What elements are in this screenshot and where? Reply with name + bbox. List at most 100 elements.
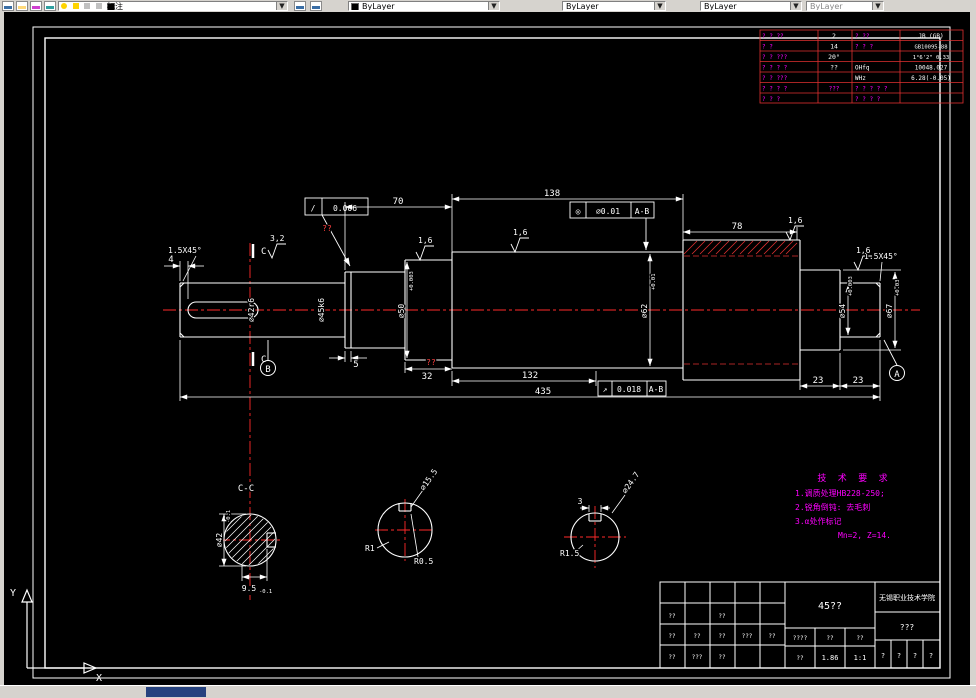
chevron-down-icon[interactable]: ▼	[872, 2, 883, 10]
gear-row3-value2: 1°6'2" 0.33	[913, 55, 949, 61]
layers-dialog-icon[interactable]	[30, 1, 42, 11]
linetype-control-dropdown[interactable]: ByLayer ▼	[562, 1, 666, 11]
sheet-frame	[32, 26, 951, 679]
layer-control-dropdown[interactable]: 标注 ▼	[58, 1, 288, 11]
gear-row7-label2: ? ? ? ?	[855, 96, 881, 103]
gear-row1-value: 2	[832, 32, 836, 40]
tb-cell: ??	[668, 654, 676, 661]
roughness-keyway: 3,2	[270, 234, 285, 243]
dimension-lines	[164, 194, 901, 401]
drawing-number: ???	[900, 623, 915, 632]
plotstyle-control-dropdown[interactable]: ByLayer ▼	[806, 1, 884, 11]
tech-req-line-4: Mn=2, Z=14.	[838, 531, 891, 540]
sec3-dia: ⌀24.7	[620, 470, 641, 495]
dim-32: 32	[422, 372, 433, 382]
gdt1-query-red: ??	[322, 224, 332, 233]
gear-row4-value: ??	[830, 64, 838, 72]
layer-on-icon	[61, 3, 67, 9]
current-color: ByLayer	[362, 2, 395, 11]
chamfer-left: 1.5X45°	[168, 246, 202, 255]
gear-row6-label: ? ? ? ?	[762, 86, 788, 93]
dim-query-red: ??	[426, 358, 436, 367]
vdim-67-tol: +0.03	[895, 279, 901, 296]
tb-cell: ??	[718, 613, 726, 620]
tb-cell: ??	[668, 613, 676, 620]
vdim-50-tol: +0.003	[409, 271, 415, 291]
gear-row5-label2: WHz	[855, 75, 866, 82]
tech-req-line-3: 3.α处作标记	[795, 516, 841, 526]
roughness-4: 1,6	[856, 246, 871, 255]
gear-row2-value2: GB10095-88	[914, 45, 947, 51]
roughness-symbols	[267, 225, 872, 272]
make-object-layer-current-icon[interactable]	[294, 1, 306, 11]
chevron-down-icon[interactable]: ▼	[790, 2, 801, 10]
cc-dim-95-tol: -0.1	[259, 589, 272, 595]
gear-row1-label: ? ? ??	[762, 33, 784, 40]
title-block: 45?? 无锡职业技术学院 ??? ???? ?? ?? ?? 1.86 1:1…	[659, 581, 941, 669]
layer-previous-icon[interactable]	[310, 1, 322, 11]
new-drawing-icon[interactable]	[2, 1, 14, 11]
application-window: 标注 ▼ ByLayer ▼ ByLayer ▼ ByLayer ▼ ByLay…	[0, 0, 976, 698]
gear-row2-label2: ? ? ?	[855, 44, 873, 51]
current-layer-name: 标注	[107, 2, 123, 11]
layer-properties-icon[interactable]	[44, 1, 56, 11]
lineweight-control-dropdown[interactable]: ByLayer ▼	[700, 1, 802, 11]
dim-78: 78	[732, 222, 743, 232]
sec2-r1: R1	[365, 544, 375, 553]
tb-cell: ???	[692, 654, 703, 661]
gear-section-detail	[683, 240, 798, 365]
layer-plot-icon	[95, 3, 102, 9]
roughness-3: 1,6	[788, 216, 803, 225]
dimension-texts: 70 138 78 435 132 32 ?? 5 23 23 4 1.5X45…	[167, 188, 903, 597]
chevron-down-icon[interactable]: ▼	[654, 2, 665, 10]
ucs-icon: Y X	[10, 588, 102, 684]
sec2-r05: R0.5	[414, 557, 433, 566]
gdt1-value: 0.006	[333, 204, 357, 213]
current-linetype: ByLayer	[566, 2, 599, 11]
chevron-down-icon[interactable]: ▼	[488, 2, 499, 10]
ucs-x-label: X	[96, 673, 102, 684]
tb-cell: ??	[796, 655, 804, 662]
drawing-canvas[interactable]: 70 138 78 435 132 32 ?? 5 23 23 4 1.5X45…	[4, 12, 970, 686]
toolbar: 标注 ▼ ByLayer ▼ ByLayer ▼ ByLayer ▼ ByLay…	[0, 0, 976, 12]
dim-132: 132	[522, 371, 538, 381]
vdim-62: ⌀62	[640, 304, 649, 319]
chevron-down-icon[interactable]: ▼	[276, 2, 287, 10]
gear-row5-label: ? ? ???	[762, 75, 788, 82]
gear-row7-label: ? ? ?	[762, 96, 780, 103]
status-bar	[0, 685, 976, 698]
dim-138: 138	[544, 189, 560, 199]
tech-req-title: 技 术 要 求	[817, 472, 890, 484]
section-view-2	[376, 489, 433, 558]
datum-b: B	[265, 365, 270, 375]
scale-value: 1.86	[822, 654, 839, 662]
sec2-dia: ⌀15.5	[418, 467, 439, 492]
datum-a: A	[894, 370, 900, 380]
dim-23b: 23	[853, 376, 864, 386]
tb-cell: ?	[881, 652, 885, 660]
tb-cell: ?	[913, 652, 917, 660]
gdt-frames	[304, 197, 667, 397]
cc-dim-dia: ⌀42	[215, 533, 224, 548]
gdt3-symbol: ↗	[603, 385, 608, 394]
gear-row4-label: ? ? ? ?	[762, 65, 788, 72]
school-name: 无锡职业技术学院	[879, 593, 935, 602]
dim-435: 435	[535, 387, 551, 397]
scale-ratio: 1:1	[854, 654, 867, 662]
sec3-width: 3	[578, 497, 583, 506]
tb-cell: ??	[856, 635, 864, 642]
vdim-54-tol: +0.003	[848, 276, 854, 296]
gear-row5-value2: 6.28(-0.05)	[911, 75, 951, 82]
open-icon[interactable]	[16, 1, 28, 11]
vdim-45: ⌀45k6	[317, 298, 326, 322]
current-lineweight: ByLayer	[704, 2, 737, 11]
color-control-dropdown[interactable]: ByLayer ▼	[348, 1, 500, 11]
tb-cell: ??	[668, 633, 676, 640]
tb-cell: ?	[897, 652, 901, 660]
gear-row6-label2: ? ? ? ? ?	[855, 86, 888, 93]
dim-5: 5	[353, 360, 358, 370]
vdim-62-tol: +0.01	[651, 273, 657, 290]
gear-row2-value: 14	[830, 43, 838, 51]
color-swatch	[351, 3, 359, 10]
cc-dim-95: 9.5	[242, 584, 257, 593]
